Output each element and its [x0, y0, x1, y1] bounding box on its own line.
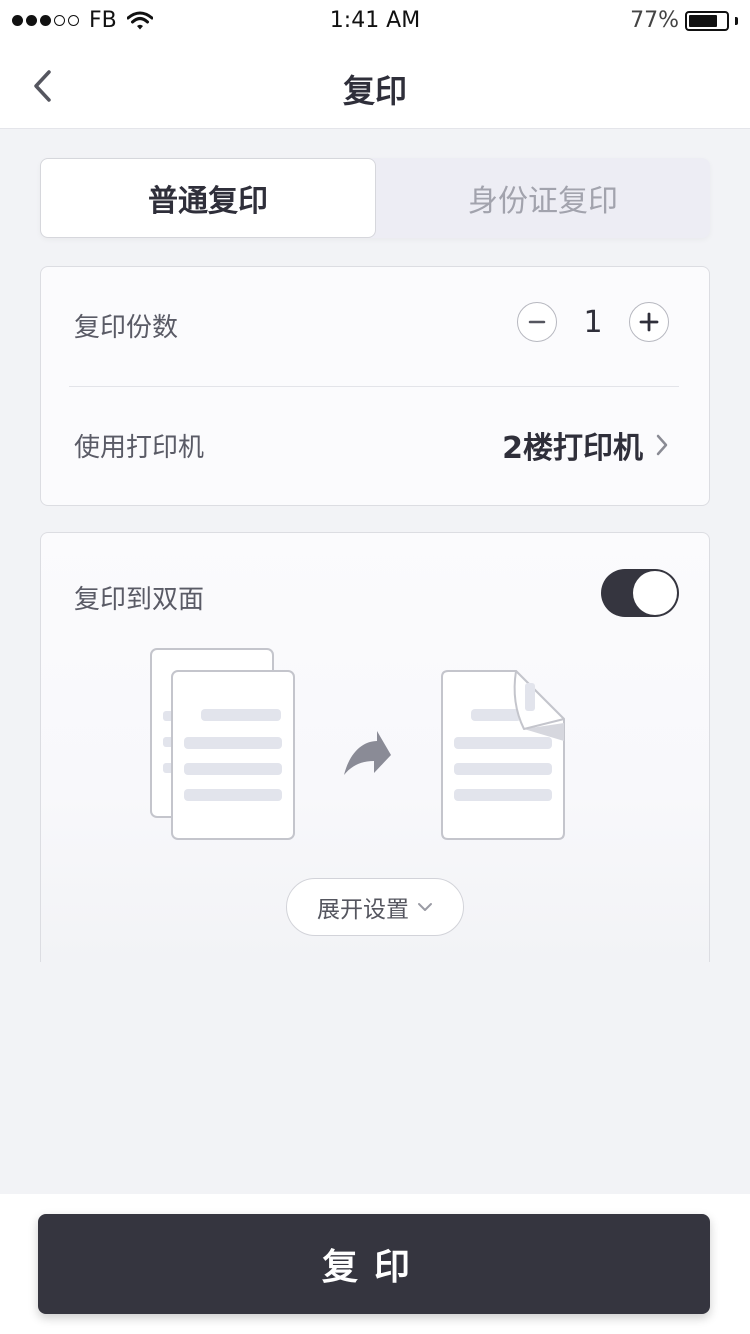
single-sided-pages-icon — [150, 648, 295, 840]
copies-label: 复印份数 — [74, 313, 179, 343]
page-title: 复印 — [342, 72, 407, 110]
arrow-right-icon — [344, 731, 391, 775]
copy-mode-tabs: 普通复印 身份证复印 — [40, 158, 710, 238]
double-sided-page-icon — [441, 670, 565, 840]
status-bar: FB 1:41 AM 77% — [0, 0, 750, 44]
printer-name: 2楼打印机 — [502, 431, 643, 466]
chevron-right-icon — [656, 434, 668, 456]
printer-selector[interactable]: 2楼打印机 — [502, 423, 669, 467]
battery-tip — [735, 16, 738, 25]
copies-stepper: 1 — [517, 302, 669, 342]
duplex-card: 复印到双面 展开设置 — [40, 532, 710, 962]
tab-id-card-copy[interactable]: 身份证复印 — [376, 158, 710, 238]
printer-row[interactable]: 使用打印机 2楼打印机 — [41, 387, 709, 507]
increase-copies-button[interactable] — [629, 302, 669, 342]
copy-button[interactable]: 复印 — [38, 1214, 710, 1314]
copies-row: 复印份数 1 — [41, 267, 709, 387]
plus-icon — [639, 312, 659, 332]
expand-settings-button[interactable]: 展开设置 — [286, 878, 464, 936]
battery-percent: 77% — [630, 8, 679, 33]
decrease-copies-button[interactable] — [517, 302, 557, 342]
printer-label: 使用打印机 — [74, 433, 205, 463]
expand-settings-label: 展开设置 — [317, 897, 409, 923]
battery-level-fill — [689, 14, 717, 27]
copies-value: 1 — [583, 304, 603, 340]
navigation-bar: 复印 — [0, 44, 750, 129]
copy-settings-card: 复印份数 1 使用打印机 2楼打印机 — [40, 266, 710, 506]
tab-normal-copy[interactable]: 普通复印 — [40, 158, 376, 238]
bottom-action-bar: 复印 — [0, 1194, 750, 1334]
chevron-down-icon — [418, 903, 432, 911]
minus-icon — [528, 320, 546, 324]
duplex-illustration — [150, 648, 565, 840]
battery-status: 77% — [630, 8, 738, 33]
battery-icon — [685, 10, 729, 31]
screen: FB 1:41 AM 77% 复印 普通复印 身份证复印 复印份数 1 使用打印… — [0, 0, 750, 1334]
